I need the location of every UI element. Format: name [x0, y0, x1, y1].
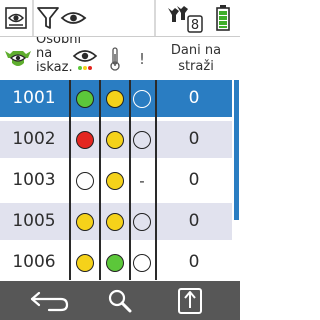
column-divider	[129, 80, 131, 280]
animal-id: 1003	[12, 170, 56, 190]
table-row[interactable]: 1006 0	[0, 244, 232, 281]
id-column-label: Osobni na iskaz.	[36, 36, 82, 75]
eye-icon	[72, 50, 98, 70]
days-on-watch: 0	[188, 88, 200, 108]
animal-id: 1005	[12, 211, 56, 231]
health-status-dot	[76, 130, 94, 149]
days-on-watch: 0	[188, 252, 200, 272]
animal-id: 1006	[12, 252, 56, 272]
herd-button[interactable]: 8	[166, 2, 206, 34]
column-header-days[interactable]: Dani na straži	[156, 37, 236, 80]
cow-eye-icon	[5, 51, 31, 66]
table-row[interactable]: 1005 0	[0, 203, 232, 240]
days-on-watch: 0	[188, 170, 200, 190]
table-row[interactable]: 1001 0	[0, 80, 232, 117]
animal-id: 1001	[12, 88, 56, 108]
health-status-dot	[76, 253, 94, 272]
alert-status-dot	[133, 130, 151, 149]
days-on-watch: 0	[188, 211, 200, 231]
animal-id: 1002	[12, 129, 56, 149]
table-row[interactable]: 1003 - 0	[0, 162, 232, 199]
export-button[interactable]	[165, 281, 215, 320]
column-divider	[69, 80, 71, 280]
column-header-health[interactable]	[70, 37, 100, 80]
alert-status-dash: -	[139, 171, 145, 190]
column-divider	[155, 80, 157, 280]
back-button[interactable]	[20, 281, 80, 320]
export-up-icon	[178, 287, 202, 314]
column-header-temperature[interactable]	[100, 37, 130, 80]
column-divider	[99, 80, 101, 280]
alert-status-dot	[133, 212, 151, 231]
table-header: Osobni na iskaz. ! Dani na straži	[0, 36, 240, 80]
temperature-status-dot	[106, 212, 124, 231]
filter-button[interactable]	[34, 2, 90, 34]
temperature-status-dot	[106, 253, 124, 272]
table-row[interactable]: 1002 0	[0, 121, 232, 158]
alert-status-dot	[133, 253, 151, 272]
health-status-dot	[76, 171, 94, 190]
health-status-dot	[76, 212, 94, 231]
cows-icon: 8	[168, 6, 203, 33]
temperature-status-dot	[106, 89, 124, 108]
days-on-watch: 0	[188, 129, 200, 149]
view-toggle-button[interactable]	[2, 2, 30, 34]
eye-in-box-icon	[5, 7, 27, 29]
health-status-dot	[76, 89, 94, 108]
scroll-thumb[interactable]	[234, 80, 239, 220]
thermometer-icon	[110, 47, 120, 71]
toolbar-divider	[154, 0, 156, 36]
search-button[interactable]	[95, 281, 145, 320]
herd-count: 8	[191, 18, 199, 33]
battery-icon	[216, 5, 230, 31]
temperature-status-dot	[106, 171, 124, 190]
scrollbar[interactable]	[233, 80, 240, 280]
filter-eye-icon	[37, 7, 87, 29]
top-bar: 8	[0, 0, 240, 36]
temperature-status-dot	[106, 130, 124, 149]
column-header-alert[interactable]: !	[130, 37, 154, 80]
back-arrow-icon	[30, 291, 69, 311]
alert-status-dot	[133, 89, 151, 108]
column-header-id[interactable]: Osobni na iskaz.	[0, 36, 82, 80]
animal-table: 1001 0 1002 0 1003 - 0 1005 0 1006 0	[0, 80, 232, 281]
battery-indicator	[210, 2, 236, 34]
search-icon	[108, 289, 132, 312]
bottom-bar	[0, 281, 240, 320]
